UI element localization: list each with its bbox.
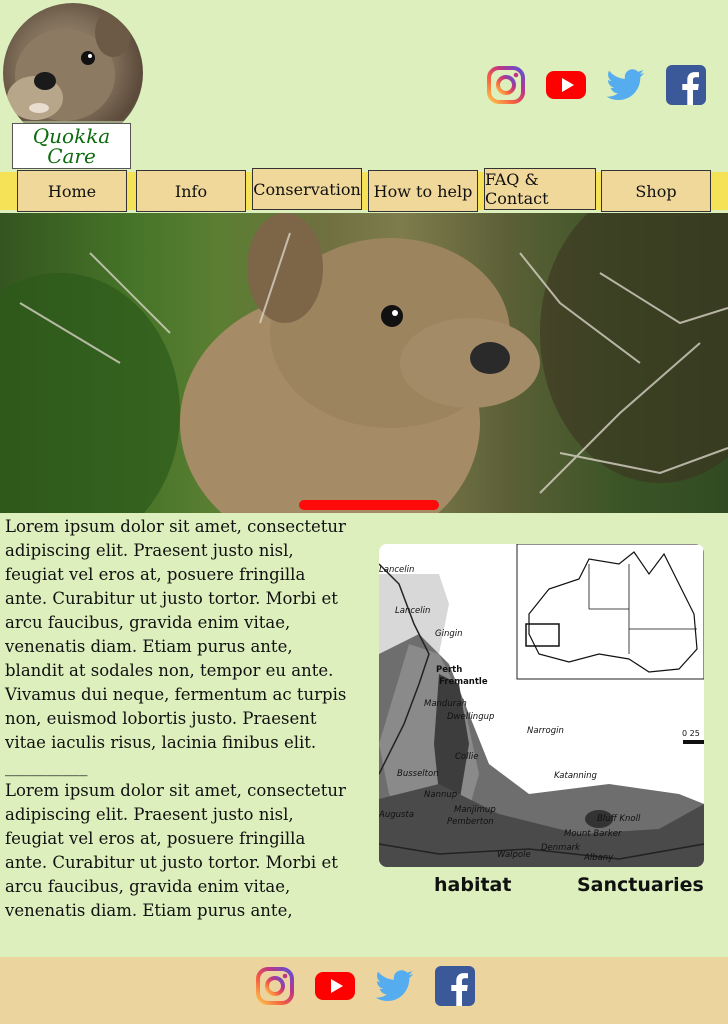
youtube-icon[interactable] [315, 966, 355, 1006]
map-place-label: Augusta [379, 810, 414, 820]
map-place-label: Manjimup [454, 805, 496, 815]
map-place-label: Fremantle [439, 677, 488, 687]
nav-home-button[interactable]: Home [17, 170, 127, 212]
main-navigation: Home Info Conservation How to help FAQ &… [0, 168, 728, 212]
map-place-label: Dwellingup [447, 712, 494, 722]
sanctuaries-caption: Sanctuaries [577, 874, 704, 896]
map-place-label: Collie [455, 752, 478, 762]
carousel-indicator[interactable] [299, 500, 439, 510]
nav-faq-contact-button[interactable]: FAQ & Contact [484, 168, 596, 210]
main-text-content: Lorem ipsum dolor sit amet, consectetur … [5, 515, 350, 923]
social-links-top [486, 65, 706, 105]
habitat-caption: habitat [434, 874, 512, 896]
map-place-label: Denmark [541, 843, 581, 853]
second-paragraph: Lorem ipsum dolor sit amet, consectetur … [5, 781, 346, 920]
map-scale-label: 0 25 [682, 729, 700, 738]
facebook-icon[interactable] [435, 966, 475, 1006]
facebook-icon[interactable] [666, 65, 706, 105]
map-place-label: Katanning [554, 771, 598, 781]
habitat-map[interactable]: 0 25 Lancelin Lancelin Gingin Perth Frem… [379, 544, 704, 867]
map-place-label: Mandurah [424, 699, 467, 709]
youtube-icon[interactable] [546, 65, 586, 105]
map-place-label: Albany [583, 853, 614, 863]
twitter-icon[interactable] [375, 966, 415, 1006]
instagram-icon[interactable] [255, 966, 295, 1006]
social-links-footer [255, 966, 475, 1006]
map-place-label: Narrogin [527, 726, 564, 736]
map-place-label: Perth [436, 665, 462, 675]
site-header: Quokka Care [0, 0, 728, 172]
map-place-label: Gingin [435, 629, 462, 639]
map-place-label: Lancelin [395, 606, 430, 616]
nav-shop-button[interactable]: Shop [601, 170, 711, 212]
intro-paragraph: Lorem ipsum dolor sit amet, consectetur … [5, 517, 347, 752]
twitter-icon[interactable] [606, 65, 646, 105]
map-place-label: Walpole [497, 850, 531, 860]
map-place-label: Lancelin [379, 565, 414, 575]
nav-conservation-button[interactable]: Conservation [252, 168, 362, 210]
brand-logo-text[interactable]: Quokka Care [12, 123, 131, 169]
map-place-label: Bluff Knoll [597, 814, 641, 824]
hero-quokka-image [0, 213, 728, 513]
nav-info-button[interactable]: Info [136, 170, 246, 212]
map-place-label: Busselton [397, 769, 439, 779]
quokka-logo-photo[interactable] [3, 3, 143, 143]
instagram-icon[interactable] [486, 65, 526, 105]
map-place-label: Nannup [424, 790, 457, 800]
nav-how-to-help-button[interactable]: How to help [368, 170, 478, 212]
map-place-label: Mount Barker [564, 829, 622, 839]
text-divider: __________ [5, 757, 88, 776]
map-place-label: Pemberton [447, 817, 494, 827]
